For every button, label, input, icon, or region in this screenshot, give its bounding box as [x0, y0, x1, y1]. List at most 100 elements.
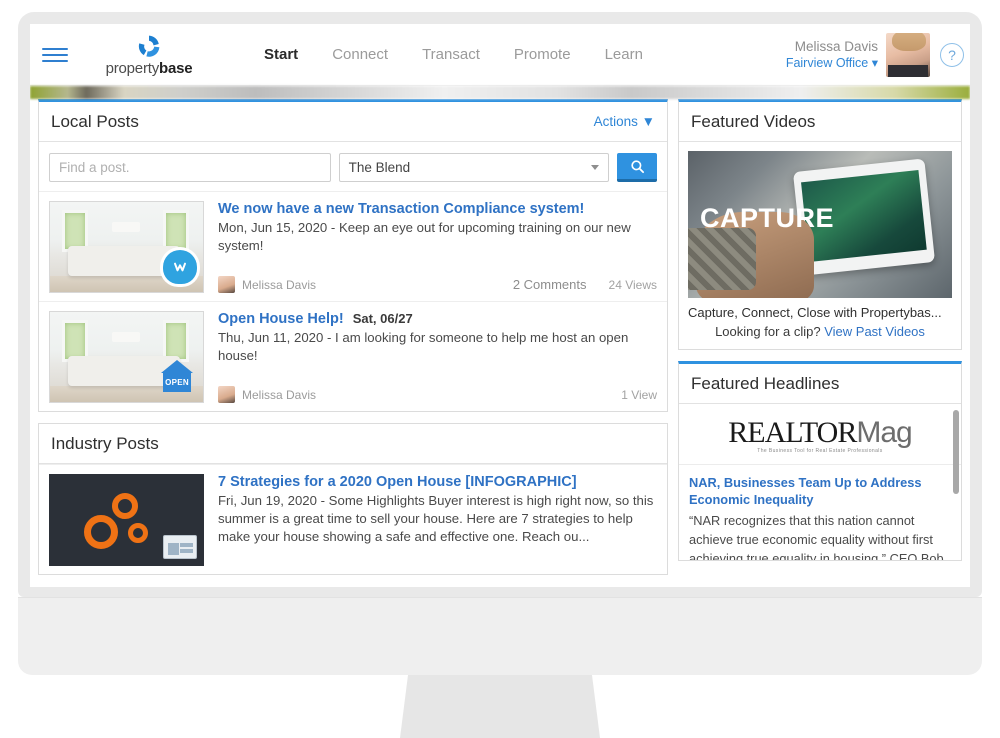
post-thumbnail	[49, 201, 204, 293]
nav-item-connect[interactable]: Connect	[332, 46, 388, 63]
gear-icon	[128, 523, 148, 543]
industry-posts-header: Industry Posts	[39, 424, 667, 464]
featured-headlines-header: Featured Headlines	[679, 364, 961, 404]
sleeve-illustration	[688, 228, 756, 290]
open-house-badge-icon: OPEN	[157, 360, 197, 398]
post-title[interactable]: Open House Help!	[218, 311, 344, 327]
monitor-chin	[18, 597, 982, 675]
headline-item: NAR, Businesses Team Up to Address Econo…	[679, 465, 961, 561]
featured-headlines-panel: Featured Headlines REALTORMag The Busine…	[678, 361, 962, 561]
list-item[interactable]: 7 Strategies for a 2020 Open House [INFO…	[39, 464, 667, 574]
chevron-down-icon	[591, 165, 600, 170]
nav-item-promote[interactable]: Promote	[514, 46, 571, 63]
video-caption[interactable]: Capture, Connect, Close with Propertybas…	[679, 298, 961, 322]
local-posts-actions-menu[interactable]: Actions ▼	[594, 114, 655, 129]
propertybase-logomark-icon	[138, 35, 160, 57]
post-snippet: Mon, Jun 15, 2020 - Keep an eye out for …	[218, 220, 631, 253]
local-posts-title: Local Posts	[51, 111, 139, 131]
post-author: Melissa Davis	[242, 387, 317, 402]
post-meta: Melissa Davis 2 Comments 24 Views	[218, 270, 657, 293]
headline-summary: “NAR recognizes that this nation cannot …	[689, 513, 944, 561]
post-thumbnail: OPEN	[49, 311, 204, 403]
post-body: Open House Help! Sat, 06/27 Thu, Jun 11,…	[204, 311, 657, 403]
local-posts-panel: Local Posts Actions ▼ The Blend	[38, 99, 668, 412]
post-title-line: We now have a new Transaction Compliance…	[218, 201, 657, 217]
brand-bold-text: base	[159, 59, 193, 77]
post-date-tag: Sat, 06/27	[352, 311, 413, 326]
search-icon	[630, 159, 644, 173]
left-column: Local Posts Actions ▼ The Blend	[38, 99, 668, 575]
featured-videos-header: Featured Videos	[679, 102, 961, 142]
user-block: Melissa Davis Fairview Office ▾ ?	[786, 32, 970, 77]
post-snippet: Thu, Jun 11, 2020 - I am looking for som…	[218, 330, 629, 363]
gear-icon	[84, 515, 118, 549]
hamburger-line	[42, 47, 68, 50]
thumb-lamp	[112, 332, 140, 342]
local-posts-header: Local Posts Actions ▼	[39, 102, 667, 142]
hamburger-line	[42, 53, 68, 56]
post-comment-count[interactable]: 2 Comments	[513, 277, 587, 292]
lightbulb-badge-icon	[163, 250, 197, 284]
headline-title[interactable]: NAR, Businesses Team Up to Address Econo…	[689, 474, 951, 508]
post-view-count: 1 View	[621, 387, 657, 402]
post-meta: Melissa Davis 1 View	[218, 380, 657, 403]
post-view-count: 24 Views	[608, 277, 657, 292]
search-row: The Blend	[39, 142, 667, 191]
post-title-line: Open House Help! Sat, 06/27	[218, 311, 657, 327]
featured-headlines-title: Featured Headlines	[691, 373, 840, 393]
brand-primary-text: property	[105, 59, 160, 77]
list-item[interactable]: We now have a new Transaction Compliance…	[39, 191, 667, 301]
realtor-mag-tagline: The Business Tool for Real Estate Profes…	[757, 448, 883, 454]
content-area: Local Posts Actions ▼ The Blend	[30, 99, 970, 575]
realtor-text: REALTOR	[728, 416, 857, 449]
lightbulb-glyph	[174, 262, 186, 272]
propertybase-wordmark: propertybase	[106, 60, 193, 77]
badge-label: OPEN	[163, 372, 191, 392]
featured-videos-title: Featured Videos	[691, 111, 816, 131]
blend-filter-select[interactable]: The Blend	[338, 153, 610, 182]
search-button[interactable]	[617, 153, 657, 182]
post-thumbnail	[49, 474, 204, 566]
avatar[interactable]	[886, 32, 930, 77]
video-overlay-text: CAPTURE	[700, 203, 835, 233]
newspaper-badge-icon	[163, 535, 197, 559]
post-snippet: Fri, Jun 19, 2020 - Some Highlights Buye…	[218, 493, 654, 544]
video-thumbnail[interactable]: CAPTURE	[688, 151, 952, 298]
nav-item-transact[interactable]: Transact	[422, 46, 480, 63]
mag-text: Mag	[856, 416, 912, 449]
post-title-line: 7 Strategies for a 2020 Open House [INFO…	[218, 474, 657, 490]
view-past-videos-link[interactable]: View Past Videos	[824, 324, 925, 339]
scrollbar-thumb[interactable]	[953, 410, 959, 494]
user-text: Melissa Davis Fairview Office ▾	[786, 38, 878, 71]
monitor-stand	[400, 675, 600, 738]
nav-item-start[interactable]: Start	[264, 46, 298, 63]
post-body: 7 Strategies for a 2020 Open House [INFO…	[204, 474, 657, 566]
avatar	[218, 386, 235, 403]
office-selector[interactable]: Fairview Office ▾	[786, 55, 878, 71]
video-link-row: Looking for a clip? View Past Videos	[679, 322, 961, 349]
post-body: We now have a new Transaction Compliance…	[204, 201, 657, 293]
right-column: Featured Videos CAPTURE Capture, Connect…	[678, 99, 962, 565]
banner-strip	[30, 86, 970, 99]
thumb-lamp	[112, 222, 140, 232]
hamburger-line	[42, 59, 68, 62]
user-name: Melissa Davis	[794, 39, 878, 54]
hamburger-menu-icon[interactable]	[42, 47, 70, 62]
nav-item-learn[interactable]: Learn	[605, 46, 643, 63]
avatar	[218, 276, 235, 293]
post-author: Melissa Davis	[242, 277, 317, 292]
search-input[interactable]	[49, 153, 331, 182]
post-title[interactable]: 7 Strategies for a 2020 Open House [INFO…	[218, 474, 577, 490]
gear-icon	[112, 493, 138, 519]
main-nav: Start Connect Transact Promote Learn	[264, 46, 643, 63]
industry-posts-panel: Industry Posts 7 Strategies for a 2020 O…	[38, 423, 668, 575]
help-icon[interactable]: ?	[940, 42, 964, 67]
industry-posts-title: Industry Posts	[51, 433, 159, 453]
propertybase-logo[interactable]: propertybase	[84, 33, 214, 77]
list-item[interactable]: OPEN Open House Help! Sat, 06/27 Thu, Ju…	[39, 301, 667, 411]
post-title[interactable]: We now have a new Transaction Compliance…	[218, 201, 584, 217]
monitor-bezel: propertybase Start Connect Transact Prom…	[18, 12, 982, 597]
app-header: propertybase Start Connect Transact Prom…	[30, 24, 970, 86]
screen: propertybase Start Connect Transact Prom…	[30, 24, 970, 587]
realtor-mag-logo: REALTORMag The Business Tool for Real Es…	[679, 404, 961, 465]
